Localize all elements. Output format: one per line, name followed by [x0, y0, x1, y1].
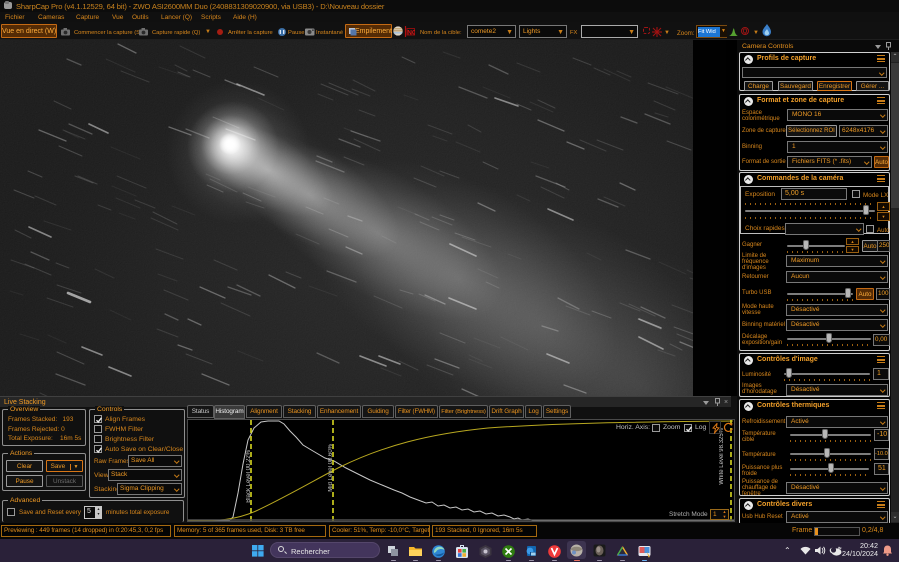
svg-text:NO: NO [407, 30, 415, 37]
